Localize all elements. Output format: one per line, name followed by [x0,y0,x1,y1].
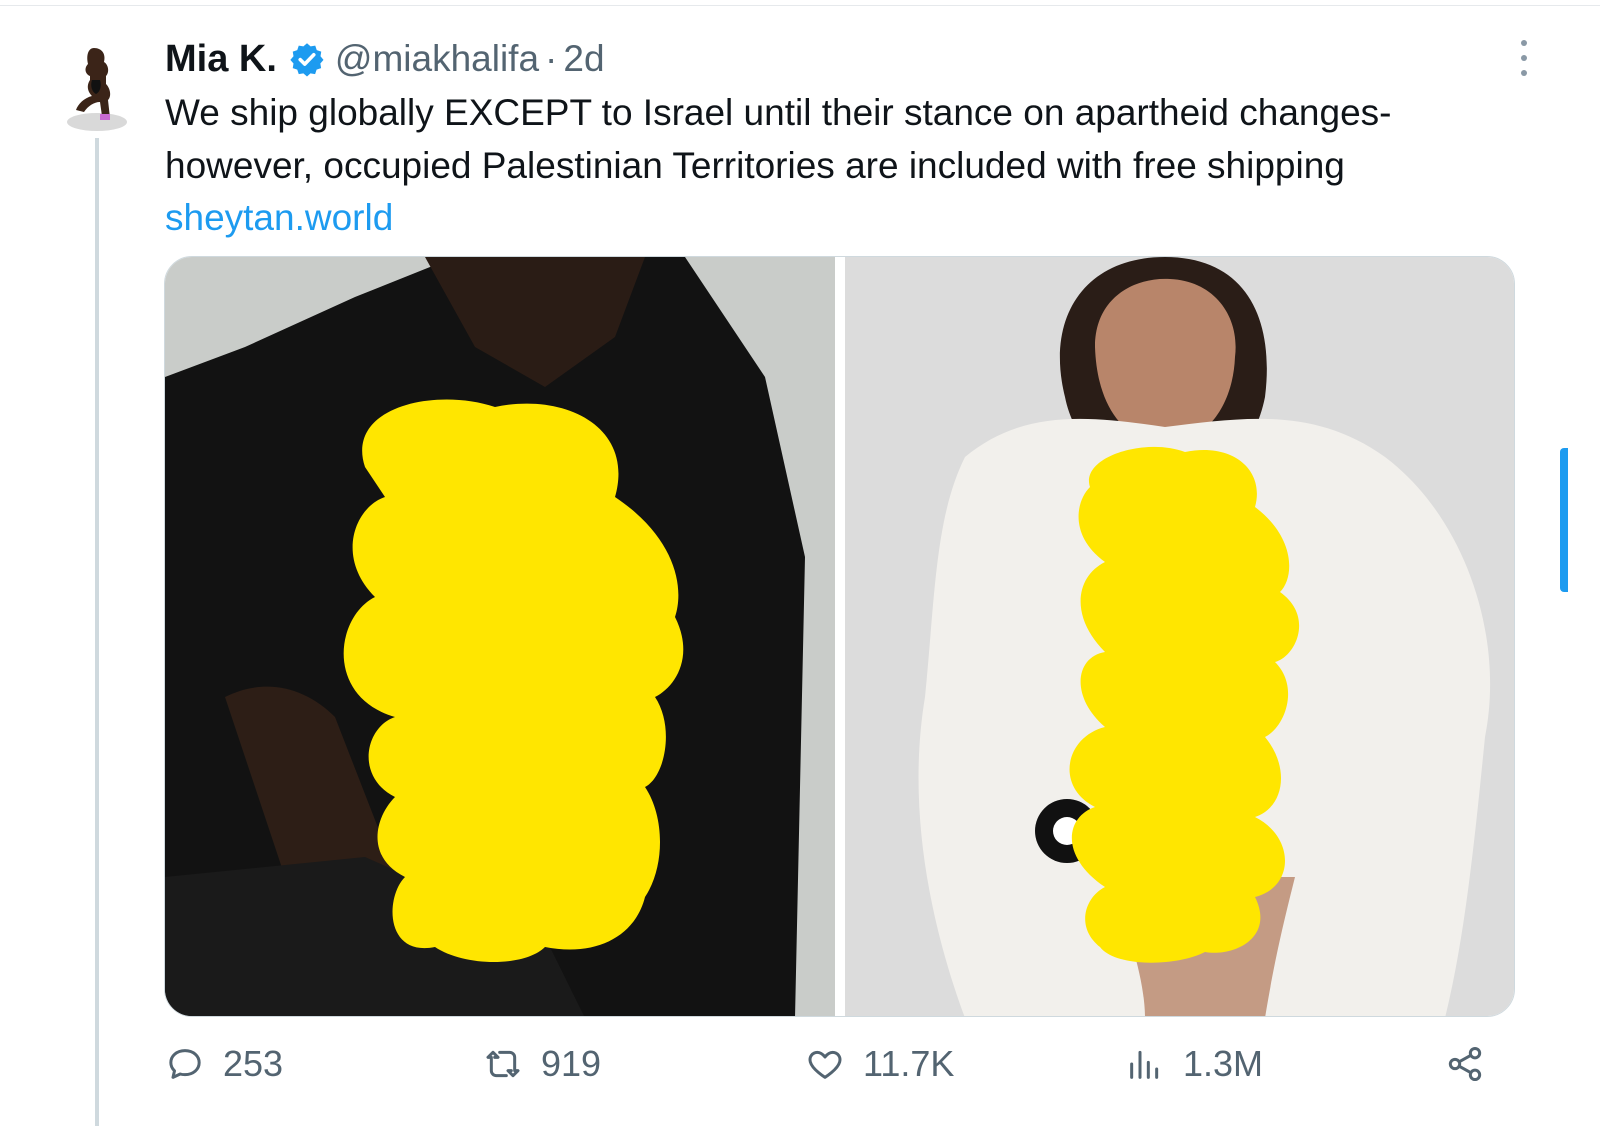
media-image-right[interactable] [845,257,1514,1016]
reply-button[interactable]: 253 [165,1036,283,1092]
tweet-timestamp[interactable]: 2d [563,38,604,80]
verified-badge-icon [290,43,324,77]
views-icon [1130,1050,1159,1079]
retweet-button[interactable]: 919 [483,1036,601,1092]
more-options-icon[interactable] [1514,40,1534,76]
author-name[interactable]: Mia K. [165,38,277,81]
tweet-header: Mia K. @miakhalifa · 2d [165,32,605,86]
tweet-text: We ship globally EXCEPT to Israel until … [165,86,1525,192]
retweet-icon [486,1050,520,1078]
tweet-actions: 253 919 11.7K 1.3M [165,1036,1495,1092]
tweet-link[interactable]: sheytan.world [165,191,393,244]
like-icon [808,1050,842,1079]
thread-line [95,138,99,1126]
top-divider [0,5,1600,6]
like-count: 11.7K [863,1043,955,1084]
tweet-text-line: however, occupied Palestinian Territorie… [165,145,1345,186]
reply-icon [169,1049,201,1079]
views-button[interactable]: 1.3M [1125,1036,1263,1092]
share-button[interactable] [1445,1036,1485,1092]
author-handle[interactable]: @miakhalifa [335,38,539,80]
retweet-count: 919 [541,1043,602,1084]
media-image-left[interactable] [165,257,835,1016]
author-avatar[interactable] [66,40,128,132]
like-button[interactable]: 11.7K [805,1036,954,1092]
views-count: 1.3M [1183,1043,1264,1084]
header-separator: · [545,38,558,79]
tweet-text-line: We ship globally EXCEPT to Israel until … [165,92,1392,133]
scrollbar-thumb[interactable] [1560,448,1568,592]
reply-count: 253 [223,1043,284,1084]
tweet-media[interactable] [164,256,1515,1017]
share-icon [1448,1047,1482,1081]
